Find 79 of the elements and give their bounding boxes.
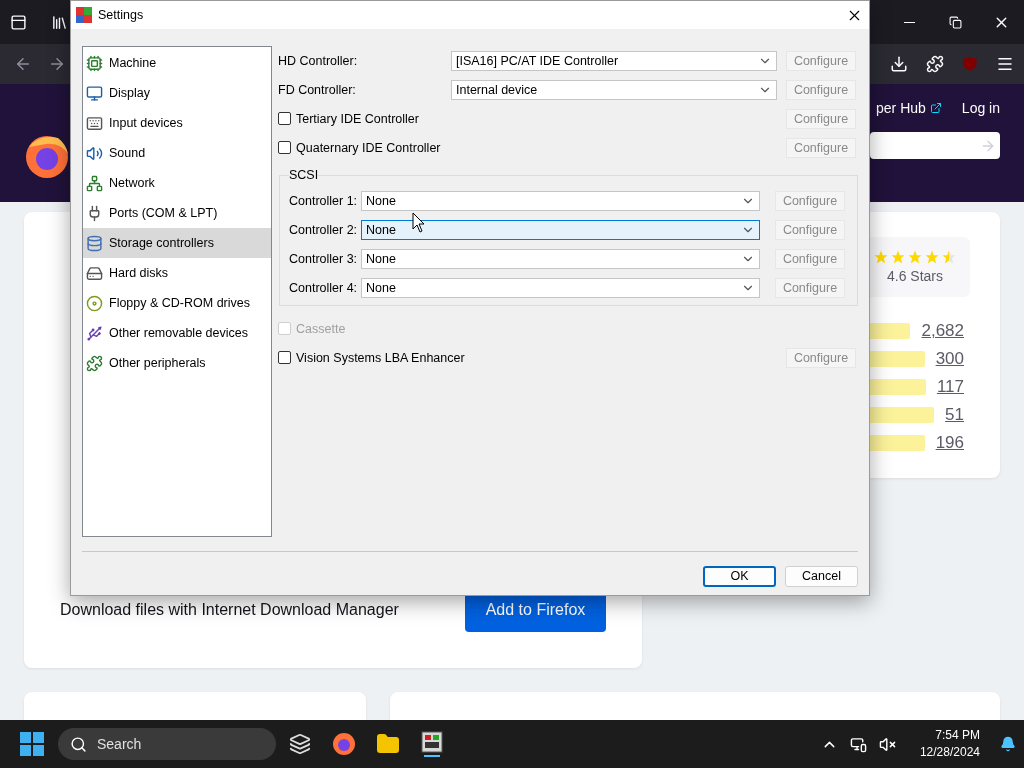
controller-dropdown[interactable]: [ISA16] PC/AT IDE Controller bbox=[451, 50, 777, 71]
controller-dropdown[interactable]: Internal device bbox=[451, 79, 777, 100]
star-icon bbox=[908, 250, 922, 264]
app-icon bbox=[76, 7, 92, 23]
field-label: Controller 1: bbox=[289, 193, 359, 208]
login-link[interactable]: Log in bbox=[961, 100, 1000, 116]
field-label: Controller 2: bbox=[289, 222, 359, 237]
minimize-icon bbox=[903, 21, 915, 23]
category-item[interactable]: Floppy & CD-ROM drives bbox=[83, 288, 271, 318]
field-label: Controller 3: bbox=[289, 251, 359, 266]
promo-text: Download files with Internet Download Manager bbox=[60, 600, 399, 619]
hard-drive-icon bbox=[86, 264, 103, 282]
extensions-icon[interactable] bbox=[926, 55, 944, 73]
database-icon bbox=[86, 234, 103, 252]
tab-list-icon[interactable] bbox=[10, 13, 27, 31]
clock-time: 7:54 PM bbox=[935, 727, 980, 744]
controller-dropdown[interactable]: None bbox=[361, 277, 760, 298]
menu-icon[interactable] bbox=[996, 55, 1014, 73]
category-item[interactable]: Network bbox=[83, 168, 271, 198]
network-icon[interactable] bbox=[849, 735, 867, 753]
category-item[interactable]: Machine bbox=[83, 48, 271, 78]
star-icon bbox=[925, 250, 939, 264]
star-icon bbox=[874, 250, 888, 264]
taskbar-search-field[interactable]: Search bbox=[58, 728, 276, 760]
field-label: HD Controller: bbox=[278, 53, 359, 68]
speaker-icon bbox=[86, 144, 103, 162]
category-item[interactable]: Display bbox=[83, 78, 271, 108]
field-label: Controller 4: bbox=[289, 280, 359, 295]
restore-icon bbox=[948, 15, 962, 29]
star-icon bbox=[942, 250, 956, 264]
keyboard-icon bbox=[86, 114, 103, 132]
search-field[interactable] bbox=[870, 132, 1000, 159]
checkbox[interactable] bbox=[278, 351, 291, 364]
checkbox[interactable] bbox=[278, 112, 291, 125]
notification-bell-icon[interactable] bbox=[1000, 736, 1016, 752]
star-icon bbox=[891, 250, 905, 264]
stars-label: 4.6 Stars bbox=[887, 268, 943, 284]
chip-icon bbox=[86, 54, 103, 72]
checkbox-label: Cassette bbox=[296, 321, 346, 336]
field-label: FD Controller: bbox=[278, 82, 357, 97]
hub-link[interactable]: per Hub bbox=[876, 100, 926, 116]
rating-count[interactable]: 196 bbox=[935, 433, 964, 453]
back-icon[interactable] bbox=[14, 55, 32, 73]
category-item[interactable]: Ports (COM & LPT) bbox=[83, 198, 271, 228]
checkbox-label: Tertiary IDE Controller bbox=[296, 111, 419, 126]
monitor-icon bbox=[86, 84, 103, 102]
puzzle-icon bbox=[86, 354, 103, 372]
rating-count[interactable]: 2,682 bbox=[921, 321, 964, 341]
cursor-icon bbox=[412, 212, 426, 233]
rating-count[interactable]: 300 bbox=[935, 349, 964, 369]
category-item[interactable]: Input devices bbox=[83, 108, 271, 138]
category-item[interactable]: Storage controllers bbox=[83, 228, 271, 258]
forward-icon[interactable] bbox=[48, 55, 66, 73]
category-item[interactable]: Other removable devices bbox=[83, 318, 271, 348]
controller-dropdown[interactable]: None bbox=[361, 248, 760, 269]
controller-dropdown[interactable]: None bbox=[361, 219, 760, 240]
download-icon[interactable] bbox=[890, 55, 908, 73]
volume-muted-icon[interactable] bbox=[878, 735, 896, 753]
library-icon[interactable] bbox=[51, 13, 68, 31]
search-icon bbox=[70, 735, 87, 753]
dialog-button[interactable]: OK bbox=[703, 565, 776, 587]
checkbox[interactable] bbox=[278, 141, 291, 154]
rating-count[interactable]: 51 bbox=[945, 405, 964, 425]
start-icon[interactable] bbox=[20, 732, 44, 756]
network-icon bbox=[86, 174, 103, 192]
dialog-button[interactable]: Cancel bbox=[785, 565, 858, 587]
category-item[interactable]: Sound bbox=[83, 138, 271, 168]
disc-icon bbox=[86, 294, 103, 312]
clock-date: 12/28/2024 bbox=[919, 744, 980, 761]
checkbox-label: Vision Systems LBA Enhancer bbox=[296, 350, 465, 365]
group-title: SCSI bbox=[289, 168, 319, 182]
checkbox-label: Quaternary IDE Controller bbox=[296, 140, 441, 155]
category-item[interactable]: Other peripherals bbox=[83, 348, 271, 378]
external-link-icon bbox=[929, 102, 942, 114]
rating-count[interactable]: 117 bbox=[936, 377, 964, 397]
usb-icon bbox=[86, 324, 103, 342]
category-item[interactable]: Hard disks bbox=[83, 258, 271, 288]
controller-dropdown[interactable]: None bbox=[361, 190, 760, 211]
window-title: Settings bbox=[98, 8, 144, 22]
